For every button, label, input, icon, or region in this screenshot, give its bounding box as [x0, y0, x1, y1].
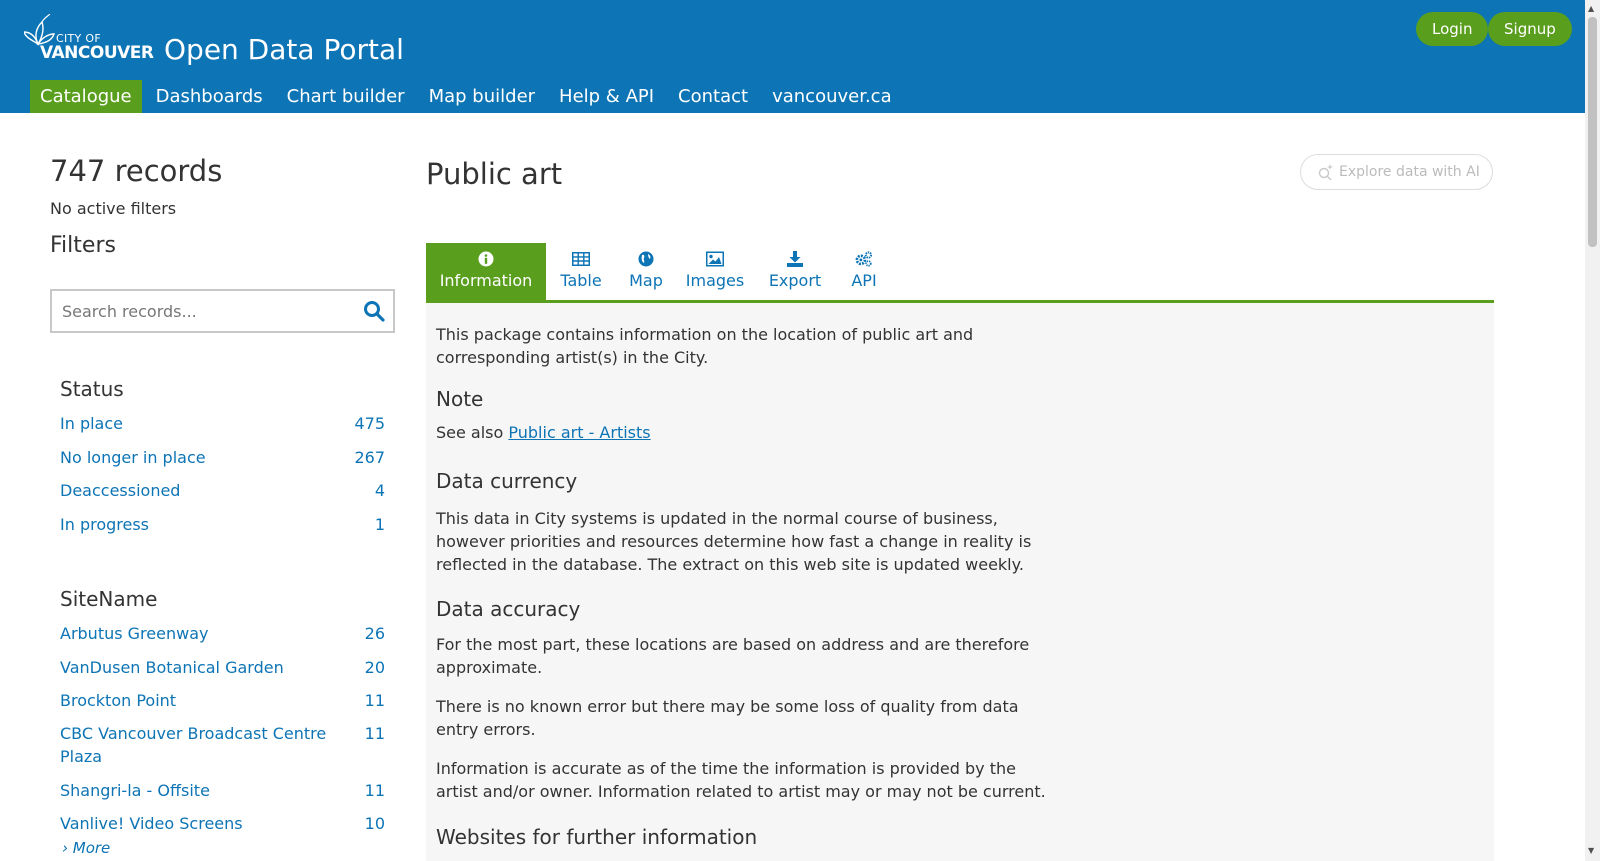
- facet-count: 11: [364, 724, 385, 743]
- facet-item-in-progress[interactable]: In progress 1: [60, 513, 385, 536]
- note-prefix: See also: [436, 423, 509, 442]
- websites-heading: Websites for further information: [436, 825, 758, 849]
- tab-label: API: [851, 271, 877, 290]
- facet-count: 11: [364, 781, 385, 800]
- tab-table[interactable]: Table: [546, 243, 616, 300]
- filters-heading: Filters: [50, 233, 116, 258]
- note-text: See also Public art - Artists: [436, 421, 1056, 444]
- data-accuracy-text-3: Information is accurate as of the time t…: [436, 759, 1046, 801]
- nav-map-builder[interactable]: Map builder: [419, 80, 545, 113]
- logo-text-vancouver: VANCOUVER: [40, 43, 154, 63]
- page-title: Public art: [426, 157, 563, 191]
- nav-chart-builder[interactable]: Chart builder: [277, 80, 415, 113]
- records-count: 747 records: [50, 154, 223, 188]
- tab-label: Export: [768, 271, 822, 290]
- facet-label: Vanlive! Video Screens: [60, 814, 243, 833]
- public-art-artists-link[interactable]: Public art - Artists: [508, 423, 650, 442]
- facet-count: 267: [354, 448, 385, 467]
- facet-item-no-longer-in-place[interactable]: No longer in place 267: [60, 446, 385, 469]
- facet-count: 475: [354, 414, 385, 433]
- facet-count: 1: [374, 515, 385, 534]
- facet-item-brockton-point[interactable]: Brockton Point 11: [60, 689, 385, 712]
- facet-label: Brockton Point: [60, 691, 177, 710]
- search-box: [50, 289, 395, 333]
- facet-item-cbc-plaza[interactable]: CBC Vancouver Broadcast Centre Plaza 11: [60, 722, 385, 768]
- information-panel: This package contains information on the…: [426, 303, 1494, 861]
- intro-text: This package contains information on the…: [436, 325, 974, 367]
- scroll-thumb[interactable]: [1588, 17, 1597, 247]
- facet-count: 10: [364, 814, 385, 833]
- data-currency-heading: Data currency: [436, 469, 578, 493]
- facet-item-arbutus-greenway[interactable]: Arbutus Greenway 26: [60, 622, 385, 645]
- facet-title-status: Status: [60, 377, 124, 401]
- tab-label: Images: [685, 271, 745, 290]
- more-link[interactable]: › More: [62, 839, 110, 857]
- table-icon: [572, 252, 590, 266]
- search-icon[interactable]: [363, 300, 385, 322]
- facet-label: No longer in place: [60, 448, 206, 467]
- nav-vancouver-ca[interactable]: vancouver.ca: [762, 80, 902, 113]
- data-currency-text: This data in City systems is updated in …: [436, 509, 1032, 574]
- facet-label: Deaccessioned: [60, 481, 181, 500]
- page-scrollbar[interactable]: ▲ ▼: [1585, 0, 1600, 861]
- nav-dashboards[interactable]: Dashboards: [146, 80, 273, 113]
- tab-export[interactable]: Export: [754, 243, 836, 300]
- note-heading: Note: [436, 387, 484, 411]
- tab-map[interactable]: Map: [616, 243, 676, 300]
- signup-button[interactable]: Signup: [1488, 12, 1572, 46]
- data-accuracy-heading: Data accuracy: [436, 597, 581, 621]
- dataset-tabs: Information Table Map Images Export API: [426, 243, 1494, 303]
- city-logo[interactable]: CITY OF VANCOUVER: [24, 14, 154, 63]
- explore-ai-label: Explore data with AI: [1339, 164, 1480, 180]
- facet-label: In place: [60, 414, 123, 433]
- scroll-up-arrow-icon[interactable]: ▲: [1588, 4, 1594, 13]
- tab-label: Information: [439, 271, 533, 290]
- facet-item-vanlive[interactable]: Vanlive! Video Screens 10: [60, 812, 385, 835]
- globe-icon: [638, 251, 654, 267]
- facet-item-shangri-la[interactable]: Shangri-la - Offsite 11: [60, 779, 385, 802]
- facet-label: VanDusen Botanical Garden: [60, 658, 284, 677]
- scroll-down-arrow-icon[interactable]: ▼: [1588, 846, 1594, 855]
- facet-item-in-place[interactable]: In place 475: [60, 412, 385, 435]
- download-icon: [787, 251, 803, 267]
- site-header: CITY OF VANCOUVER Open Data Portal Login…: [0, 0, 1585, 113]
- facet-count: 4: [374, 481, 385, 500]
- facet-count: 20: [364, 658, 385, 677]
- facet-count: 26: [364, 624, 385, 643]
- explore-ai-button[interactable]: Explore data with AI: [1300, 154, 1493, 190]
- facet-count: 11: [364, 691, 385, 710]
- data-accuracy-text-2: There is no known error but there may be…: [436, 697, 1019, 739]
- tab-label: Map: [629, 271, 663, 290]
- search-input[interactable]: [62, 299, 352, 323]
- facet-title-sitename: SiteName: [60, 587, 158, 611]
- image-icon: [706, 251, 724, 267]
- tab-api[interactable]: API: [836, 243, 892, 300]
- tab-label: Table: [560, 271, 602, 290]
- data-accuracy-text-1: For the most part, these locations are b…: [436, 635, 1030, 677]
- tab-information[interactable]: Information: [426, 243, 546, 300]
- facet-label: In progress: [60, 515, 150, 534]
- info-icon: [478, 251, 494, 267]
- site-title[interactable]: Open Data Portal: [164, 33, 404, 66]
- facet-label: Shangri-la - Offsite: [60, 781, 210, 800]
- nav-contact[interactable]: Contact: [668, 80, 758, 113]
- active-filters-status: No active filters: [50, 199, 177, 218]
- login-button[interactable]: Login: [1416, 12, 1489, 46]
- facet-label: CBC Vancouver Broadcast Centre Plaza: [60, 724, 327, 766]
- gears-icon: [855, 251, 873, 267]
- ai-sparkle-icon: [1318, 164, 1333, 180]
- nav-help-api[interactable]: Help & API: [549, 80, 664, 113]
- nav-catalogue[interactable]: Catalogue: [30, 80, 142, 113]
- facet-label: Arbutus Greenway: [60, 624, 209, 643]
- tab-images[interactable]: Images: [676, 243, 754, 300]
- facet-item-vandusen[interactable]: VanDusen Botanical Garden 20: [60, 656, 385, 679]
- main-nav: Catalogue Dashboards Chart builder Map b…: [30, 80, 906, 113]
- facet-item-deaccessioned[interactable]: Deaccessioned 4: [60, 479, 385, 502]
